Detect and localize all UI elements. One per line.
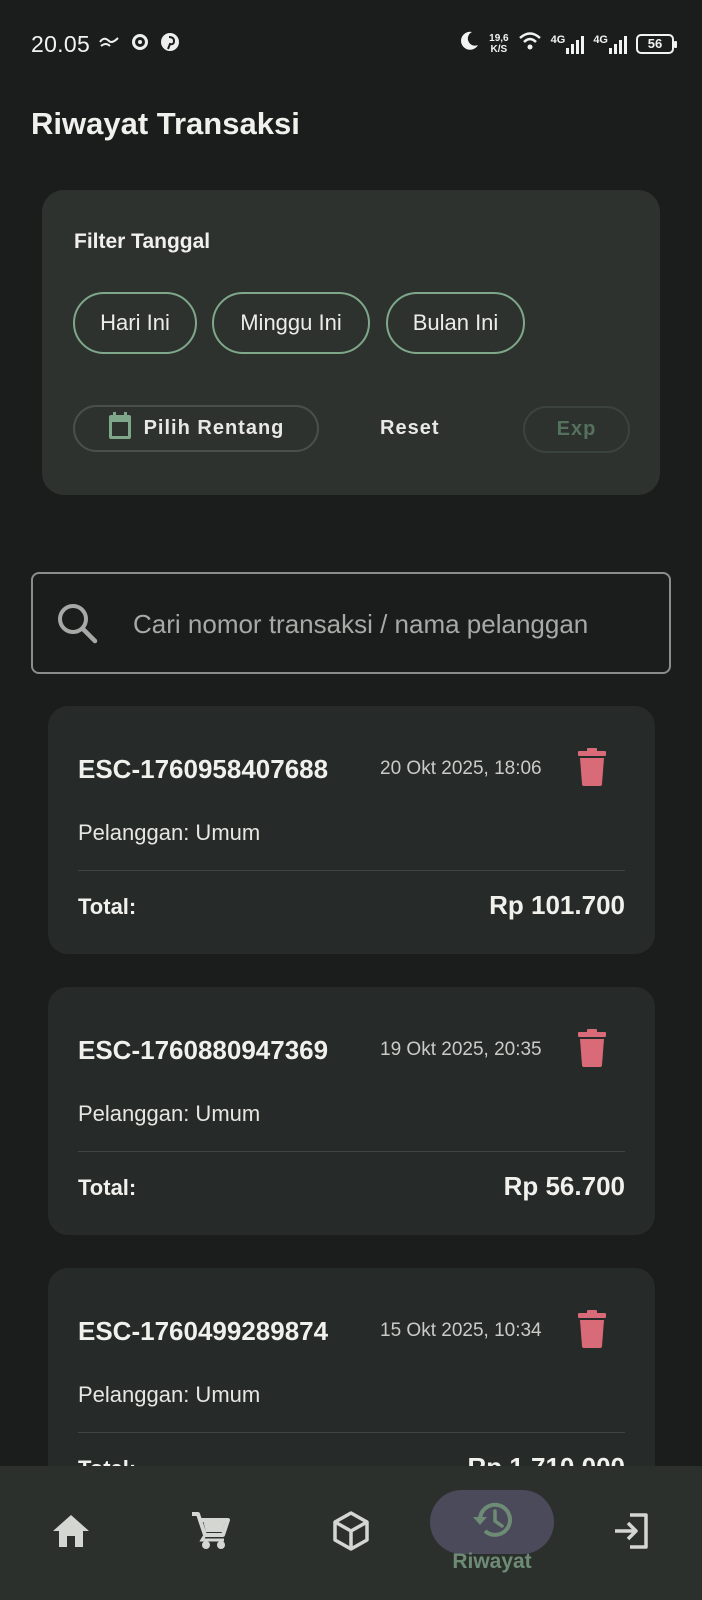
calendar-icon	[108, 411, 132, 446]
transaction-customer: Pelanggan: Umum	[78, 820, 261, 845]
nav-cart[interactable]	[175, 1466, 245, 1600]
export-button[interactable]: Exp	[523, 406, 630, 453]
pinterest-icon	[160, 32, 180, 52]
total-value: Rp 56.700	[503, 1171, 625, 1201]
transaction-date: 19 Okt 2025, 20:35	[380, 1039, 542, 1060]
total-label: Total:	[78, 894, 137, 919]
home-icon	[52, 1514, 90, 1553]
filter-title: Filter Tanggal	[74, 230, 211, 253]
reset-button[interactable]: Reset	[380, 405, 439, 452]
search-box[interactable]	[31, 572, 671, 674]
battery-icon: 56	[636, 33, 677, 54]
box-icon	[332, 1510, 370, 1556]
nav-products[interactable]	[316, 1466, 386, 1600]
history-icon	[470, 1500, 514, 1545]
delete-icon[interactable]	[578, 748, 606, 791]
date-filter-card: Filter Tanggal Hari Ini Minggu Ini Bulan…	[42, 190, 660, 495]
sync-icon	[130, 32, 150, 52]
transaction-id: ESC-1760880947369	[78, 1035, 329, 1065]
chip-this-month[interactable]: Bulan Ini	[386, 292, 525, 354]
divider	[78, 1432, 625, 1433]
moon-icon	[458, 30, 480, 57]
transaction-date: 15 Okt 2025, 10:34	[380, 1320, 542, 1341]
divider	[78, 870, 625, 871]
delete-icon[interactable]	[578, 1029, 606, 1072]
search-input[interactable]	[133, 594, 653, 654]
logout-icon	[612, 1512, 650, 1554]
transaction-customer: Pelanggan: Umum	[78, 1101, 261, 1126]
divider	[78, 1151, 625, 1152]
page-title: Riwayat Transaksi	[31, 106, 300, 141]
bottom-navigation: Riwayat	[0, 1466, 702, 1600]
notification-icon	[98, 33, 120, 51]
transaction-date: 20 Okt 2025, 18:06	[380, 758, 542, 779]
nav-active-indicator	[430, 1490, 554, 1554]
total-value: Rp 101.700	[489, 890, 625, 920]
pick-range-button[interactable]: Pilih Rentang	[73, 405, 319, 452]
nav-logout[interactable]	[596, 1466, 666, 1600]
transaction-card[interactable]: ESC-1760958407688 20 Okt 2025, 18:06 Pel…	[48, 706, 655, 954]
nav-history[interactable]: Riwayat	[430, 1466, 554, 1600]
chip-today[interactable]: Hari Ini	[73, 292, 197, 354]
net-speed: 19,6 K/S	[489, 32, 509, 55]
status-bar: 20.05 19,6 K/S 4G 4G 56	[0, 0, 702, 88]
signal-icon-2: 4G	[593, 34, 627, 54]
nav-home[interactable]	[36, 1466, 106, 1600]
transaction-id: ESC-1760499289874	[78, 1316, 329, 1346]
delete-icon[interactable]	[578, 1310, 606, 1353]
total-label: Total:	[78, 1175, 137, 1200]
signal-icon: 4G	[551, 34, 585, 54]
chip-this-week[interactable]: Minggu Ini	[212, 292, 370, 354]
transaction-id: ESC-1760958407688	[78, 754, 329, 784]
cart-icon	[190, 1511, 230, 1556]
pick-range-label: Pilih Rentang	[143, 417, 285, 439]
nav-history-label: Riwayat	[452, 1550, 532, 1573]
status-time: 20.05	[31, 31, 91, 57]
transaction-customer: Pelanggan: Umum	[78, 1382, 261, 1407]
wifi-icon	[518, 31, 542, 56]
search-icon	[55, 601, 99, 650]
transaction-card[interactable]: ESC-1760880947369 19 Okt 2025, 20:35 Pel…	[48, 987, 655, 1235]
